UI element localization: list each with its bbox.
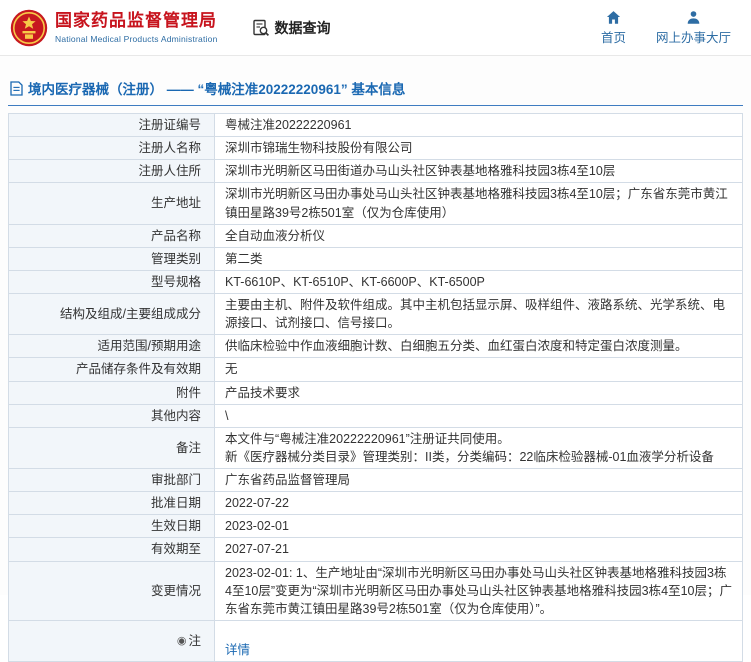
row-label: 备注 — [8, 426, 215, 470]
data-query-icon — [252, 19, 269, 36]
table-row: 管理类别 第二类 — [8, 246, 743, 271]
row-label: 型号规格 — [8, 269, 215, 295]
row-label-text: 注 — [188, 633, 201, 648]
nav-home-label: 首页 — [600, 30, 626, 45]
row-label: 产品储存条件及有效期 — [8, 357, 215, 382]
org-name-en: National Medical Products Administration — [55, 33, 218, 44]
row-label: 其他内容 — [8, 403, 215, 428]
row-value: 产品技术要求 — [214, 380, 743, 405]
table-row: 审批部门 广东省药品监督管理局 — [8, 467, 743, 493]
row-value: 主要由主机、附件及软件组成。其中主机包括显示屏、吸样组件、液路系统、光学系统、电… — [214, 292, 743, 336]
row-value: 深圳市光明新区马田街道办马山头社区钟表基地格雅科技园3栋4至10层 — [214, 159, 743, 184]
row-value: 详情 — [214, 619, 743, 662]
brand-text: 国家药品监督管理局 National Medical Products Admi… — [55, 11, 218, 43]
table-row: 结构及组成/主要组成成分 主要由主机、附件及软件组成。其中主机包括显示屏、吸样组… — [8, 292, 743, 336]
table-row: 型号规格 KT-6610P、KT-6510P、KT-6600P、KT-6500P — [8, 269, 743, 295]
row-value: 2027-07-21 — [214, 537, 743, 562]
nav-home[interactable]: 首页 — [601, 10, 626, 46]
table-row: 产品名称 全自动血液分析仪 — [8, 223, 743, 248]
row-value: 粤械注准20222220961 — [214, 112, 743, 138]
table-row: 生产地址 深圳市光明新区马田办事处马山头社区钟表基地格雅科技园3栋4至10层；广… — [8, 182, 743, 225]
table-row: 生效日期 2023-02-01 — [8, 514, 743, 539]
table-row: 注册人名称 深圳市锦瑞生物科技股份有限公司 — [8, 136, 743, 161]
brand: 国家药品监督管理局 National Medical Products Admi… — [10, 9, 218, 47]
page: 国家药品监督管理局 National Medical Products Admi… — [0, 0, 751, 662]
person-icon — [687, 10, 700, 24]
row-label: 审批部门 — [8, 467, 215, 493]
row-label: 适用范围/预期用途 — [8, 334, 215, 359]
page-title: 境内医疗器械（注册） —— “粤械注准20222220961” 基本信息 — [28, 82, 406, 97]
table-row: ◉ 注 详情 — [8, 619, 743, 662]
row-value: 第二类 — [214, 246, 743, 271]
site-header: 国家药品监督管理局 National Medical Products Admi… — [0, 0, 751, 56]
table-row: 备注 本文件与“粤械注准20222220961”注册证共同使用。 新《医疗器械分… — [8, 426, 743, 470]
table-row: 产品储存条件及有效期 无 — [8, 357, 743, 382]
row-label: 注册人名称 — [8, 136, 215, 161]
row-value: 广东省药品监督管理局 — [214, 467, 743, 493]
row-value: 无 — [214, 357, 743, 382]
table-row: 变更情况 2023-02-01: 1、生产地址由“深圳市光明新区马田办事处马山头… — [8, 560, 743, 621]
main-content: 境内医疗器械（注册） —— “粤械注准20222220961” 基本信息 注册证… — [0, 56, 751, 662]
nav-service-hall[interactable]: 网上办事大厅 — [656, 10, 731, 46]
page-title-bar: 境内医疗器械（注册） —— “粤械注准20222220961” 基本信息 — [8, 74, 743, 106]
row-value: \ — [214, 403, 743, 428]
row-value: 供临床检验中作血液细胞计数、白细胞五分类、血红蛋白浓度和特定蛋白浓度测量。 — [214, 334, 743, 359]
table-row: 适用范围/预期用途 供临床检验中作血液细胞计数、白细胞五分类、血红蛋白浓度和特定… — [8, 334, 743, 359]
row-value: 全自动血液分析仪 — [214, 223, 743, 248]
row-value: KT-6610P、KT-6510P、KT-6600P、KT-6500P — [214, 269, 743, 295]
row-value: 2023-02-01 — [214, 514, 743, 539]
data-query-tab[interactable]: 数据查询 — [252, 18, 331, 38]
detail-link[interactable]: 详情 — [225, 643, 250, 657]
row-label: 有效期至 — [8, 537, 215, 562]
org-name-cn: 国家药品监督管理局 — [55, 11, 217, 31]
row-value: 2023-02-01: 1、生产地址由“深圳市光明新区马田办事处马山头社区钟表基… — [214, 560, 743, 621]
home-icon — [606, 10, 621, 24]
national-emblem-logo — [10, 9, 48, 46]
table-row: 注册人住所 深圳市光明新区马田街道办马山头社区钟表基地格雅科技园3栋4至10层 — [8, 159, 743, 184]
top-nav: 首页 网上办事大厅 — [601, 10, 737, 46]
row-label: 批准日期 — [8, 491, 215, 516]
registration-info-table: 注册证编号 粤械注准20222220961 注册人名称 深圳市锦瑞生物科技股份有… — [8, 112, 743, 662]
data-query-label: 数据查询 — [274, 19, 331, 36]
row-label: 变更情况 — [8, 560, 215, 621]
table-row: 批准日期 2022-07-22 — [8, 491, 743, 516]
table-row: 其他内容 \ — [8, 403, 743, 428]
table-row: 附件 产品技术要求 — [8, 380, 743, 405]
row-label: 注册证编号 — [8, 112, 215, 138]
table-row: 有效期至 2027-07-21 — [8, 537, 743, 562]
row-label: 生效日期 — [8, 514, 215, 539]
row-label: 附件 — [8, 380, 215, 405]
row-label: 生产地址 — [8, 182, 215, 225]
row-label: 管理类别 — [8, 246, 215, 271]
document-icon — [10, 80, 23, 96]
row-label: 结构及组成/主要组成成分 — [8, 292, 215, 336]
row-label: ◉ 注 — [8, 619, 215, 662]
row-label: 产品名称 — [8, 223, 215, 248]
nav-service-hall-label: 网上办事大厅 — [655, 30, 731, 45]
row-value: 深圳市锦瑞生物科技股份有限公司 — [214, 136, 743, 161]
table-row: 注册证编号 粤械注准20222220961 — [8, 112, 743, 138]
note-icon: ◉ — [176, 634, 187, 647]
row-value: 深圳市光明新区马田办事处马山头社区钟表基地格雅科技园3栋4至10层；广东省东莞市… — [214, 182, 743, 225]
row-value: 本文件与“粤械注准20222220961”注册证共同使用。 新《医疗器械分类目录… — [214, 426, 743, 470]
row-value: 2022-07-22 — [214, 491, 743, 516]
row-label: 注册人住所 — [8, 159, 215, 184]
